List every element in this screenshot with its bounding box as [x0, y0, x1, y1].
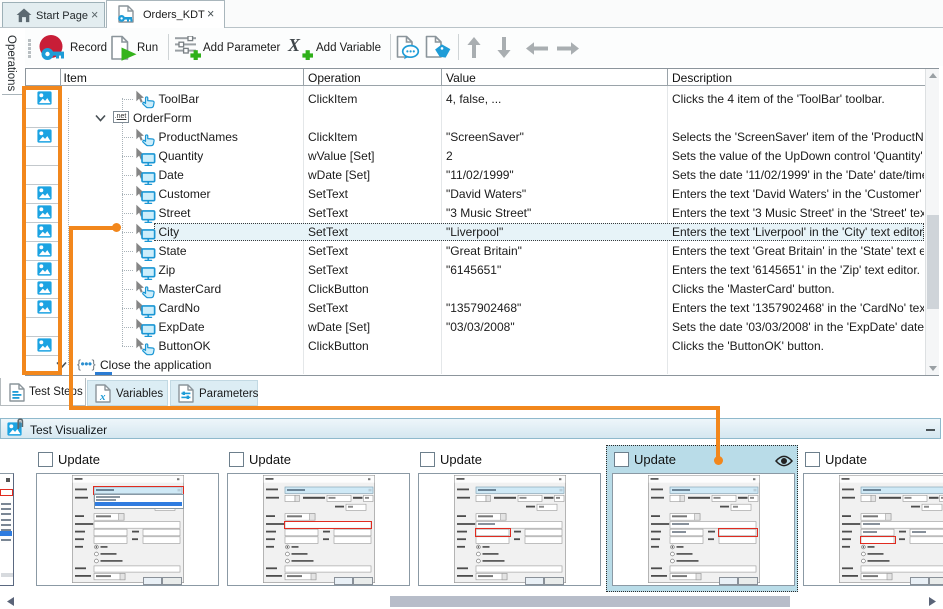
svg-text:x: x	[99, 391, 106, 403]
svg-text:X: X	[287, 35, 301, 55]
